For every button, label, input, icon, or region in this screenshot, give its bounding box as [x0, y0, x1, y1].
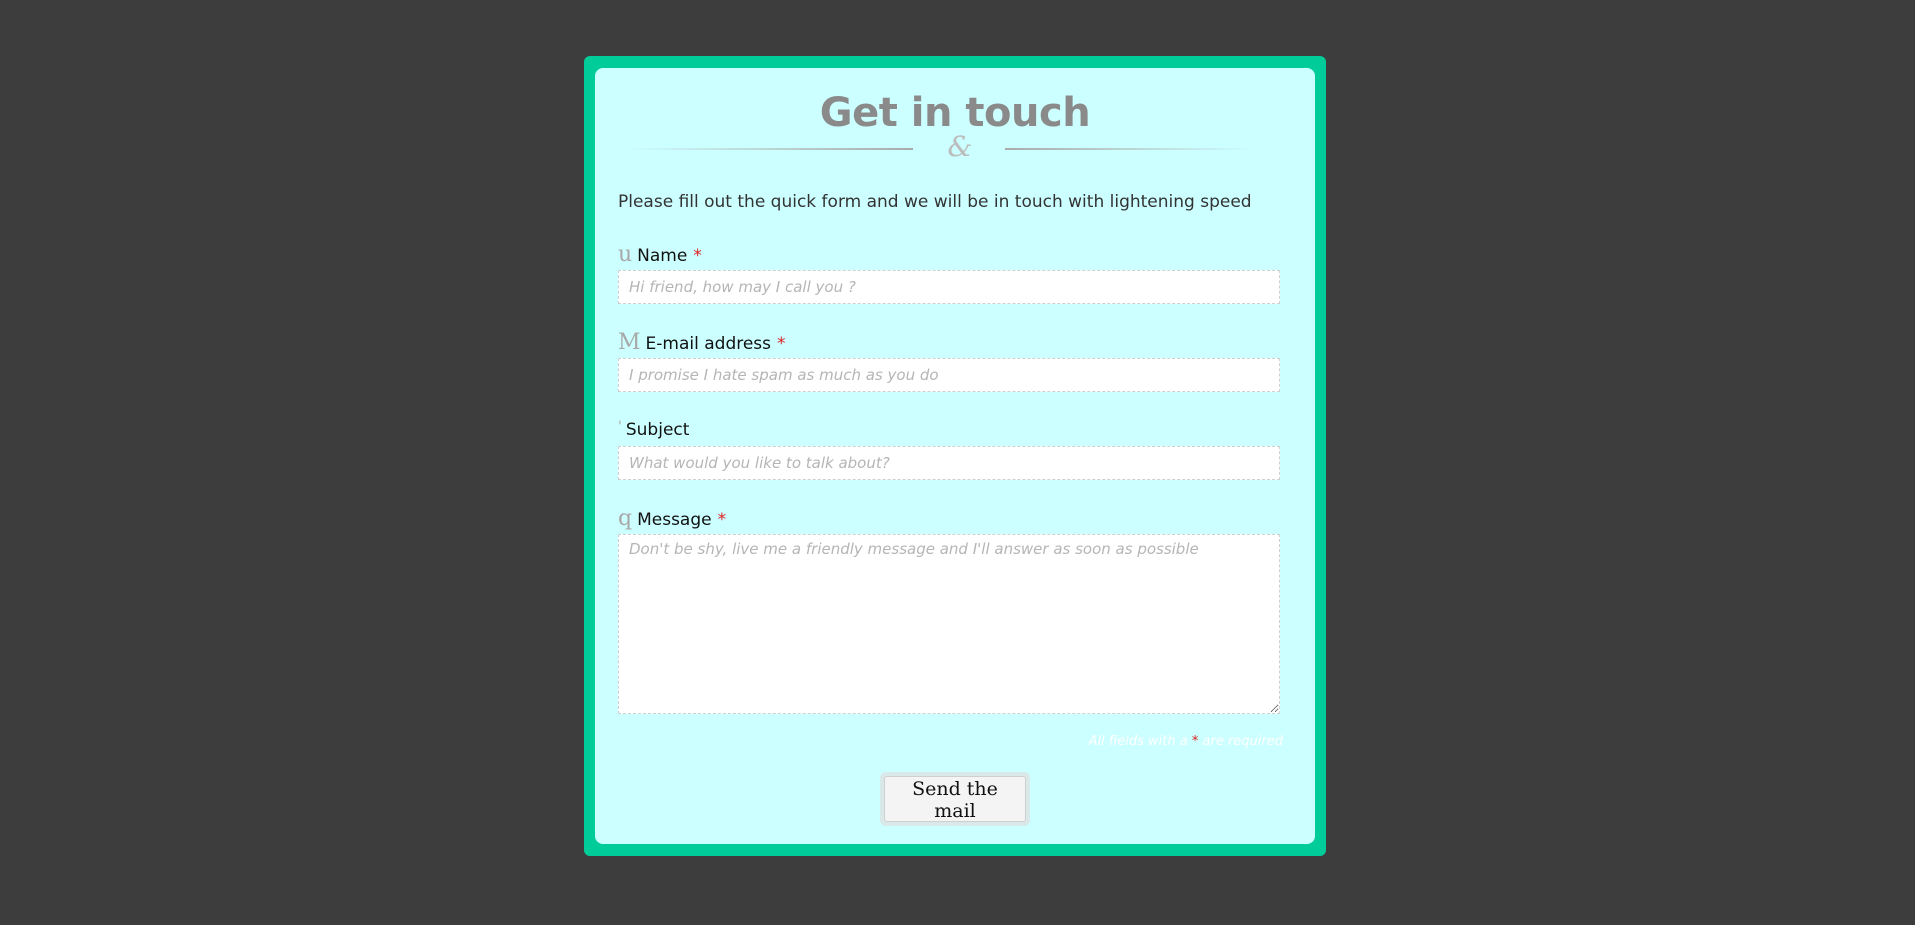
contact-form-card: Get in touch & Please fill out the quick… [595, 68, 1315, 844]
message-icon: q [618, 506, 633, 531]
email-field[interactable] [618, 358, 1280, 392]
email-label: M E-mail address * [618, 330, 786, 355]
contact-form-frame: Get in touch & Please fill out the quick… [584, 56, 1326, 856]
submit-button-wrapper: Send the mail [880, 772, 1030, 826]
subject-icon: ' [618, 419, 622, 435]
form-intro-text: Please fill out the quick form and we wi… [618, 192, 1252, 212]
required-asterisk: * [717, 510, 727, 530]
required-asterisk: * [777, 334, 786, 354]
send-mail-button[interactable]: Send the mail [884, 776, 1026, 822]
name-label: u Name * [618, 242, 702, 267]
title-divider-left [625, 148, 913, 150]
name-input[interactable] [618, 270, 1280, 304]
message-label-text: Message [637, 510, 712, 530]
mail-icon: M [618, 330, 641, 355]
user-icon: u [618, 242, 633, 267]
title-divider-right [1005, 148, 1255, 150]
email-label-text: E-mail address [645, 334, 772, 354]
message-textarea[interactable] [618, 534, 1280, 714]
required-note-asterisk: * [1191, 734, 1199, 749]
subject-label-text: Subject [625, 420, 690, 440]
message-label: q Message * [618, 506, 727, 531]
required-note-after: are required [1202, 734, 1283, 749]
name-label-text: Name [637, 246, 688, 266]
subject-input[interactable] [618, 446, 1280, 480]
ampersand-ornament-icon: & [947, 130, 973, 163]
subject-label: ' Subject [618, 420, 689, 440]
required-fields-note: All fields with a * are required [1089, 734, 1283, 749]
required-asterisk: * [693, 246, 702, 266]
required-note-before: All fields with a [1088, 734, 1188, 749]
